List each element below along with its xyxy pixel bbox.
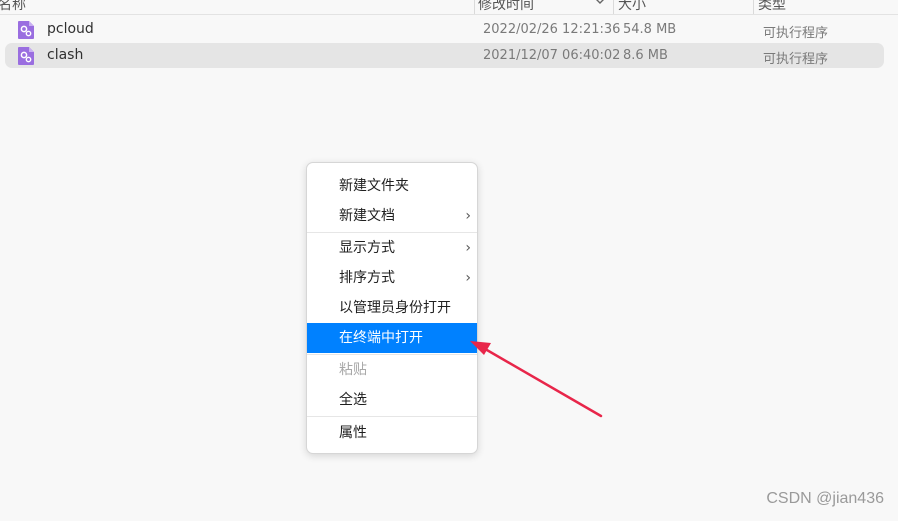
watermark: CSDN @jian436 [766, 490, 884, 507]
annotation-arrow-icon [470, 341, 603, 418]
